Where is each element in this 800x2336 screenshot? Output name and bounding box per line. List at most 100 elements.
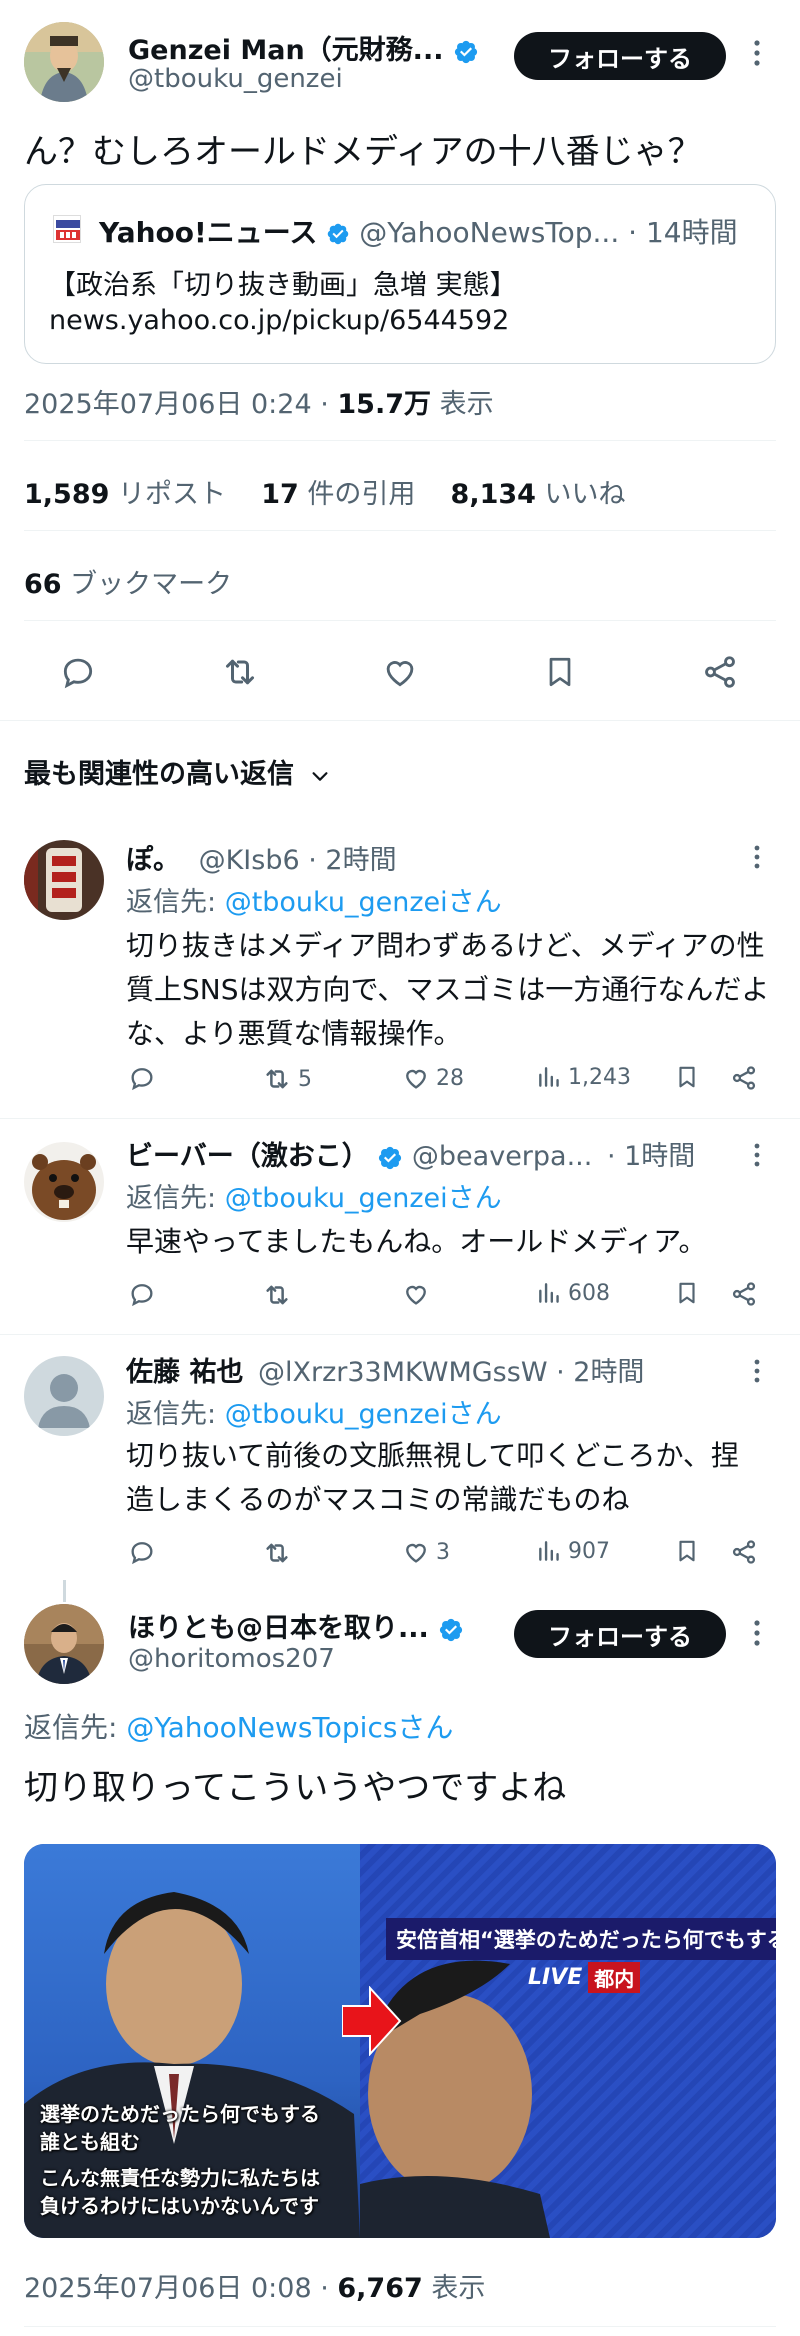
quotes-stat[interactable]: 17 件の引用 <box>261 479 415 510</box>
views-label: 表示 <box>422 2273 486 2304</box>
author-name-text[interactable]: ほりとも@日本を取り... <box>128 1613 429 1644</box>
divider <box>24 440 776 441</box>
arrow-icon <box>342 1986 402 2056</box>
views-count: 6,767 <box>337 2273 423 2304</box>
reply-header: ビーバー（激おこ） @beaverpa... · 1時間 <box>126 1134 695 1173</box>
reply-icon[interactable] <box>56 650 100 694</box>
more-options-icon[interactable] <box>752 1358 762 1384</box>
bookmark-icon[interactable] <box>674 1538 700 1564</box>
verified-badge-icon <box>326 222 350 246</box>
reply-icon[interactable] <box>128 1280 156 1308</box>
share-icon[interactable] <box>730 1280 758 1308</box>
views-label: 表示 <box>431 389 494 420</box>
analytics-icon <box>536 1538 562 1564</box>
image-caption-1: 選挙のためだったら何でもする <box>40 2102 320 2126</box>
reply-time: · 1時間 <box>606 1141 696 1172</box>
author-handle[interactable]: @tbouku_genzei <box>128 64 343 94</box>
divider <box>0 720 800 721</box>
quote-card[interactable]: Yahoo!ニュース @YahooNewsTop... · 14時間 【政治系「… <box>24 184 776 364</box>
avatar[interactable] <box>24 1604 104 1684</box>
reply-to-link[interactable]: @tbouku_genzeiさん <box>225 1399 502 1430</box>
replies-sort-dropdown[interactable]: 最も関連性の高い返信 <box>24 752 331 791</box>
author-handle[interactable]: @horitomos207 <box>128 1644 335 1674</box>
quote-title: 【政治系「切り抜き動画」急増 実態】 <box>49 270 517 301</box>
reply-to: 返信先: @tbouku_genzeiさん <box>126 1399 502 1430</box>
reply-author-handle[interactable]: @KIsb6 · 2時間 <box>199 845 397 876</box>
reply-author-handle[interactable]: @beaverpa... <box>412 1141 592 1172</box>
quote-source-handle[interactable]: @YahooNewsTop... <box>359 216 619 249</box>
reply-author-handle[interactable]: @lXrzr33MKWMGssW · 2時間 <box>258 1357 644 1388</box>
live-location: 都内 <box>588 1962 641 1993</box>
more-options-icon[interactable] <box>752 1142 762 1168</box>
repost-button[interactable] <box>262 1280 298 1310</box>
tweet-text: 切り取りってこういうやつですよね <box>24 1768 567 1808</box>
chevron-down-icon <box>309 765 331 787</box>
divider <box>0 1118 800 1119</box>
repost-button[interactable] <box>262 1538 298 1568</box>
bookmark-icon[interactable] <box>674 1280 700 1306</box>
like-button[interactable]: 28 <box>402 1064 464 1092</box>
like-icon[interactable] <box>378 650 422 694</box>
author-name[interactable]: ほりとも@日本を取り... <box>128 1606 464 1645</box>
avatar[interactable] <box>24 1356 104 1436</box>
repost-button[interactable]: 5 <box>262 1064 312 1094</box>
repost-icon <box>262 1538 292 1568</box>
more-options-icon[interactable] <box>752 1618 762 1648</box>
verified-badge-icon <box>438 1617 464 1643</box>
reply-header: 佐藤 祐也 @lXrzr33MKWMGssW · 2時間 <box>126 1350 644 1389</box>
more-options-icon[interactable] <box>752 844 762 870</box>
share-icon[interactable] <box>698 650 742 694</box>
share-icon[interactable] <box>730 1064 758 1092</box>
reply-to-link[interactable]: @tbouku_genzeiさん <box>225 1183 502 1214</box>
like-button[interactable] <box>402 1280 436 1308</box>
more-options-icon[interactable] <box>752 38 762 68</box>
tweet-text: ん？むしろオールドメディアの十八番じゃ？ <box>24 132 702 172</box>
share-icon[interactable] <box>730 1538 758 1566</box>
reply-author-name[interactable]: ぽ。 <box>126 845 180 876</box>
live-badge: LIVE 都内 <box>528 1962 641 1993</box>
reply-author-name[interactable]: ビーバー（激おこ） <box>126 1141 369 1172</box>
reply-author-name[interactable]: 佐藤 祐也 <box>126 1357 243 1388</box>
news-banner: 安倍首相“選挙のためだったら何でもする” <box>386 1918 776 1960</box>
live-label: LIVE <box>528 1965 583 1990</box>
avatar[interactable] <box>24 840 104 920</box>
views-button[interactable]: 907 <box>536 1538 610 1564</box>
reply-icon[interactable] <box>128 1538 156 1566</box>
tweet-datetime[interactable]: 2025年07月06日 0:24 · 15.7万 表示 <box>24 382 494 421</box>
tweet-datetime[interactable]: 2025年07月06日 0:08 · 6,767 表示 <box>24 2266 485 2305</box>
replies-header-label: 最も関連性の高い返信 <box>24 759 294 790</box>
views-count: 608 <box>568 1280 610 1306</box>
tweet-image[interactable]: 選挙のためだったら何でもする 誰とも組む こんな無責任な勢力に私たちは 負けるわ… <box>24 1844 776 2238</box>
avatar[interactable] <box>24 1142 104 1222</box>
verified-badge-icon <box>377 1145 403 1171</box>
reply-to: 返信先: @tbouku_genzeiさん <box>126 1183 502 1214</box>
views-button[interactable]: 1,243 <box>536 1064 631 1090</box>
bookmarks-stat[interactable]: 66 ブックマーク <box>24 562 232 601</box>
bookmark-icon[interactable] <box>674 1064 700 1090</box>
datetime-text[interactable]: 2025年07月06日 0:24 · <box>24 389 337 420</box>
author-name[interactable]: Genzei Man（元財務... <box>128 28 479 67</box>
author-name-text[interactable]: Genzei Man（元財務... <box>128 35 443 66</box>
datetime-text[interactable]: 2025年07月06日 0:08 · <box>24 2273 337 2304</box>
stats-row: 1,589 リポスト 17 件の引用 8,134 いいね <box>24 472 626 511</box>
quote-source-name[interactable]: Yahoo!ニュース <box>99 216 317 249</box>
like-icon <box>402 1280 430 1308</box>
follow-button[interactable]: フォローする <box>514 32 726 80</box>
follow-button[interactable]: フォローする <box>514 1610 726 1658</box>
like-button[interactable]: 3 <box>402 1538 450 1566</box>
quote-url[interactable]: news.yahoo.co.jp/pickup/6544592 <box>49 305 509 336</box>
reposts-stat[interactable]: 1,589 リポスト <box>24 479 226 510</box>
divider <box>24 620 776 621</box>
analytics-icon <box>536 1280 562 1306</box>
reply-text: 早速やってましたもんね。オールドメディア。 <box>126 1225 707 1258</box>
likes-stat[interactable]: 8,134 いいね <box>451 479 626 510</box>
repost-icon[interactable] <box>218 650 262 694</box>
views-button[interactable]: 608 <box>536 1280 610 1306</box>
reply-icon[interactable] <box>128 1064 156 1092</box>
reply-to: 返信先: @tbouku_genzeiさん <box>126 887 502 918</box>
repost-icon <box>262 1064 292 1094</box>
avatar[interactable] <box>24 22 104 102</box>
reply-to-link[interactable]: @YahooNewsTopicsさん <box>126 1711 453 1744</box>
bookmark-icon[interactable] <box>538 650 582 694</box>
reply-to-link[interactable]: @tbouku_genzeiさん <box>225 887 502 918</box>
